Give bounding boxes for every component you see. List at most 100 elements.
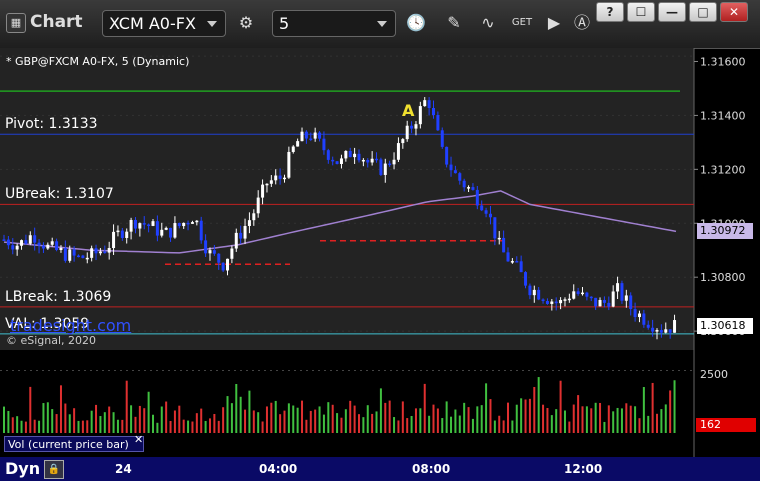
candle-body xyxy=(142,223,146,225)
candle-body xyxy=(287,151,291,178)
volume-bar xyxy=(388,400,391,433)
candle-body xyxy=(449,164,453,171)
study-wave-icon[interactable]: ∿ xyxy=(474,10,502,37)
volume-bar xyxy=(428,415,431,433)
maximize-button[interactable]: □ xyxy=(689,2,717,22)
volume-bar xyxy=(612,411,615,433)
candle-body xyxy=(602,299,606,303)
candle-body xyxy=(98,251,102,254)
volume-bar xyxy=(340,417,343,433)
candle-body xyxy=(519,261,523,273)
dynamic-mode-label[interactable]: Dyn xyxy=(5,459,40,478)
candle-body xyxy=(545,301,549,304)
candle-body xyxy=(673,320,677,333)
volume-bar xyxy=(533,386,536,433)
volume-label-text: Vol (current price bar) xyxy=(8,438,129,451)
interval-combo[interactable]: 5 xyxy=(272,10,396,37)
candle-body xyxy=(265,183,269,186)
volume-bar xyxy=(450,416,453,433)
candle-body xyxy=(616,283,620,292)
candle-body xyxy=(169,227,173,238)
minimize-button[interactable]: — xyxy=(658,2,686,22)
volume-bar xyxy=(108,406,111,433)
candle-body xyxy=(129,219,133,232)
candle-body xyxy=(462,180,466,188)
candle-body xyxy=(282,177,286,180)
candle-body xyxy=(296,141,300,147)
candle-body xyxy=(664,329,668,333)
candle-body xyxy=(436,115,440,131)
candle-body xyxy=(77,255,81,258)
symbol-combo[interactable]: XCM A0-FX xyxy=(102,10,226,37)
candle-body xyxy=(497,237,501,240)
volume-bar xyxy=(292,405,295,433)
volume-bar xyxy=(169,420,172,433)
candle-body xyxy=(103,251,107,254)
candle-body xyxy=(572,291,576,299)
candle-body xyxy=(46,244,50,249)
y-tick-label: 1.31600 xyxy=(700,55,746,68)
candle-body xyxy=(554,301,558,304)
clock-icon[interactable]: 🕓 xyxy=(402,10,430,37)
candle-body xyxy=(85,257,89,260)
volume-bar xyxy=(458,415,461,433)
x-tick: 24 xyxy=(115,462,132,476)
volume-bar xyxy=(585,406,588,433)
candle-body xyxy=(366,159,370,163)
volume-bar xyxy=(29,386,32,433)
candle-body xyxy=(247,220,251,226)
close-panel-icon[interactable]: ✕ xyxy=(134,433,143,446)
chart-app-icon[interactable]: ▦ xyxy=(6,13,26,33)
volume-bar xyxy=(590,408,593,433)
candle-body xyxy=(353,153,357,158)
volume-panel-label: Vol (current price bar) xyxy=(4,436,144,452)
candle-body xyxy=(528,285,532,296)
volume-bar xyxy=(607,405,610,433)
candle-body xyxy=(68,249,72,261)
lock-icon[interactable]: 🔒 xyxy=(44,460,64,479)
candle-body xyxy=(488,213,492,218)
volume-bar xyxy=(502,420,505,433)
volume-tick-label: 2500 xyxy=(700,368,728,381)
link-button[interactable]: ☐ xyxy=(627,2,655,22)
candle-body xyxy=(41,245,45,249)
volume-bar xyxy=(660,409,663,433)
ma-price-box: 1.30972 xyxy=(697,222,753,239)
candle-body xyxy=(431,107,435,116)
volume-bar xyxy=(463,402,466,433)
help-button[interactable]: ? xyxy=(596,2,624,22)
volume-bar xyxy=(520,398,523,433)
candle-body xyxy=(541,299,545,302)
volume-bar xyxy=(200,408,203,433)
volume-bar xyxy=(379,388,382,433)
volume-bar xyxy=(357,414,360,433)
candle-body xyxy=(611,291,615,307)
candle-body xyxy=(410,125,414,129)
volume-bar xyxy=(393,417,396,433)
volume-bar xyxy=(445,401,448,433)
candle-body xyxy=(147,224,151,227)
pencil-draw-icon[interactable]: ✎ xyxy=(440,10,468,37)
close-button[interactable]: ✕ xyxy=(720,2,748,22)
volume-bar xyxy=(476,406,479,433)
volume-bar xyxy=(11,417,14,433)
volume-bar xyxy=(257,412,260,433)
candle-body xyxy=(567,298,571,301)
candle-body xyxy=(72,249,76,256)
play-icon[interactable]: ▶ xyxy=(540,10,568,37)
alert-a-icon[interactable]: Ⓐ xyxy=(568,10,596,37)
price-chart[interactable]: 1.316001.314001.312001.310001.308001.306… xyxy=(0,48,760,457)
volume-bar xyxy=(279,414,282,433)
candle-body xyxy=(576,291,580,294)
candle-body xyxy=(598,299,602,307)
candle-body xyxy=(186,222,190,225)
settings-gear-icon[interactable]: ⚙ xyxy=(232,10,260,37)
candle-body xyxy=(208,250,212,254)
get-data-icon[interactable]: GET xyxy=(508,10,536,37)
candle-body xyxy=(160,229,164,236)
volume-bar xyxy=(599,402,602,433)
volume-bar xyxy=(344,409,347,433)
volume-bar xyxy=(524,399,527,433)
volume-bar xyxy=(217,420,220,433)
volume-bar xyxy=(152,414,155,433)
